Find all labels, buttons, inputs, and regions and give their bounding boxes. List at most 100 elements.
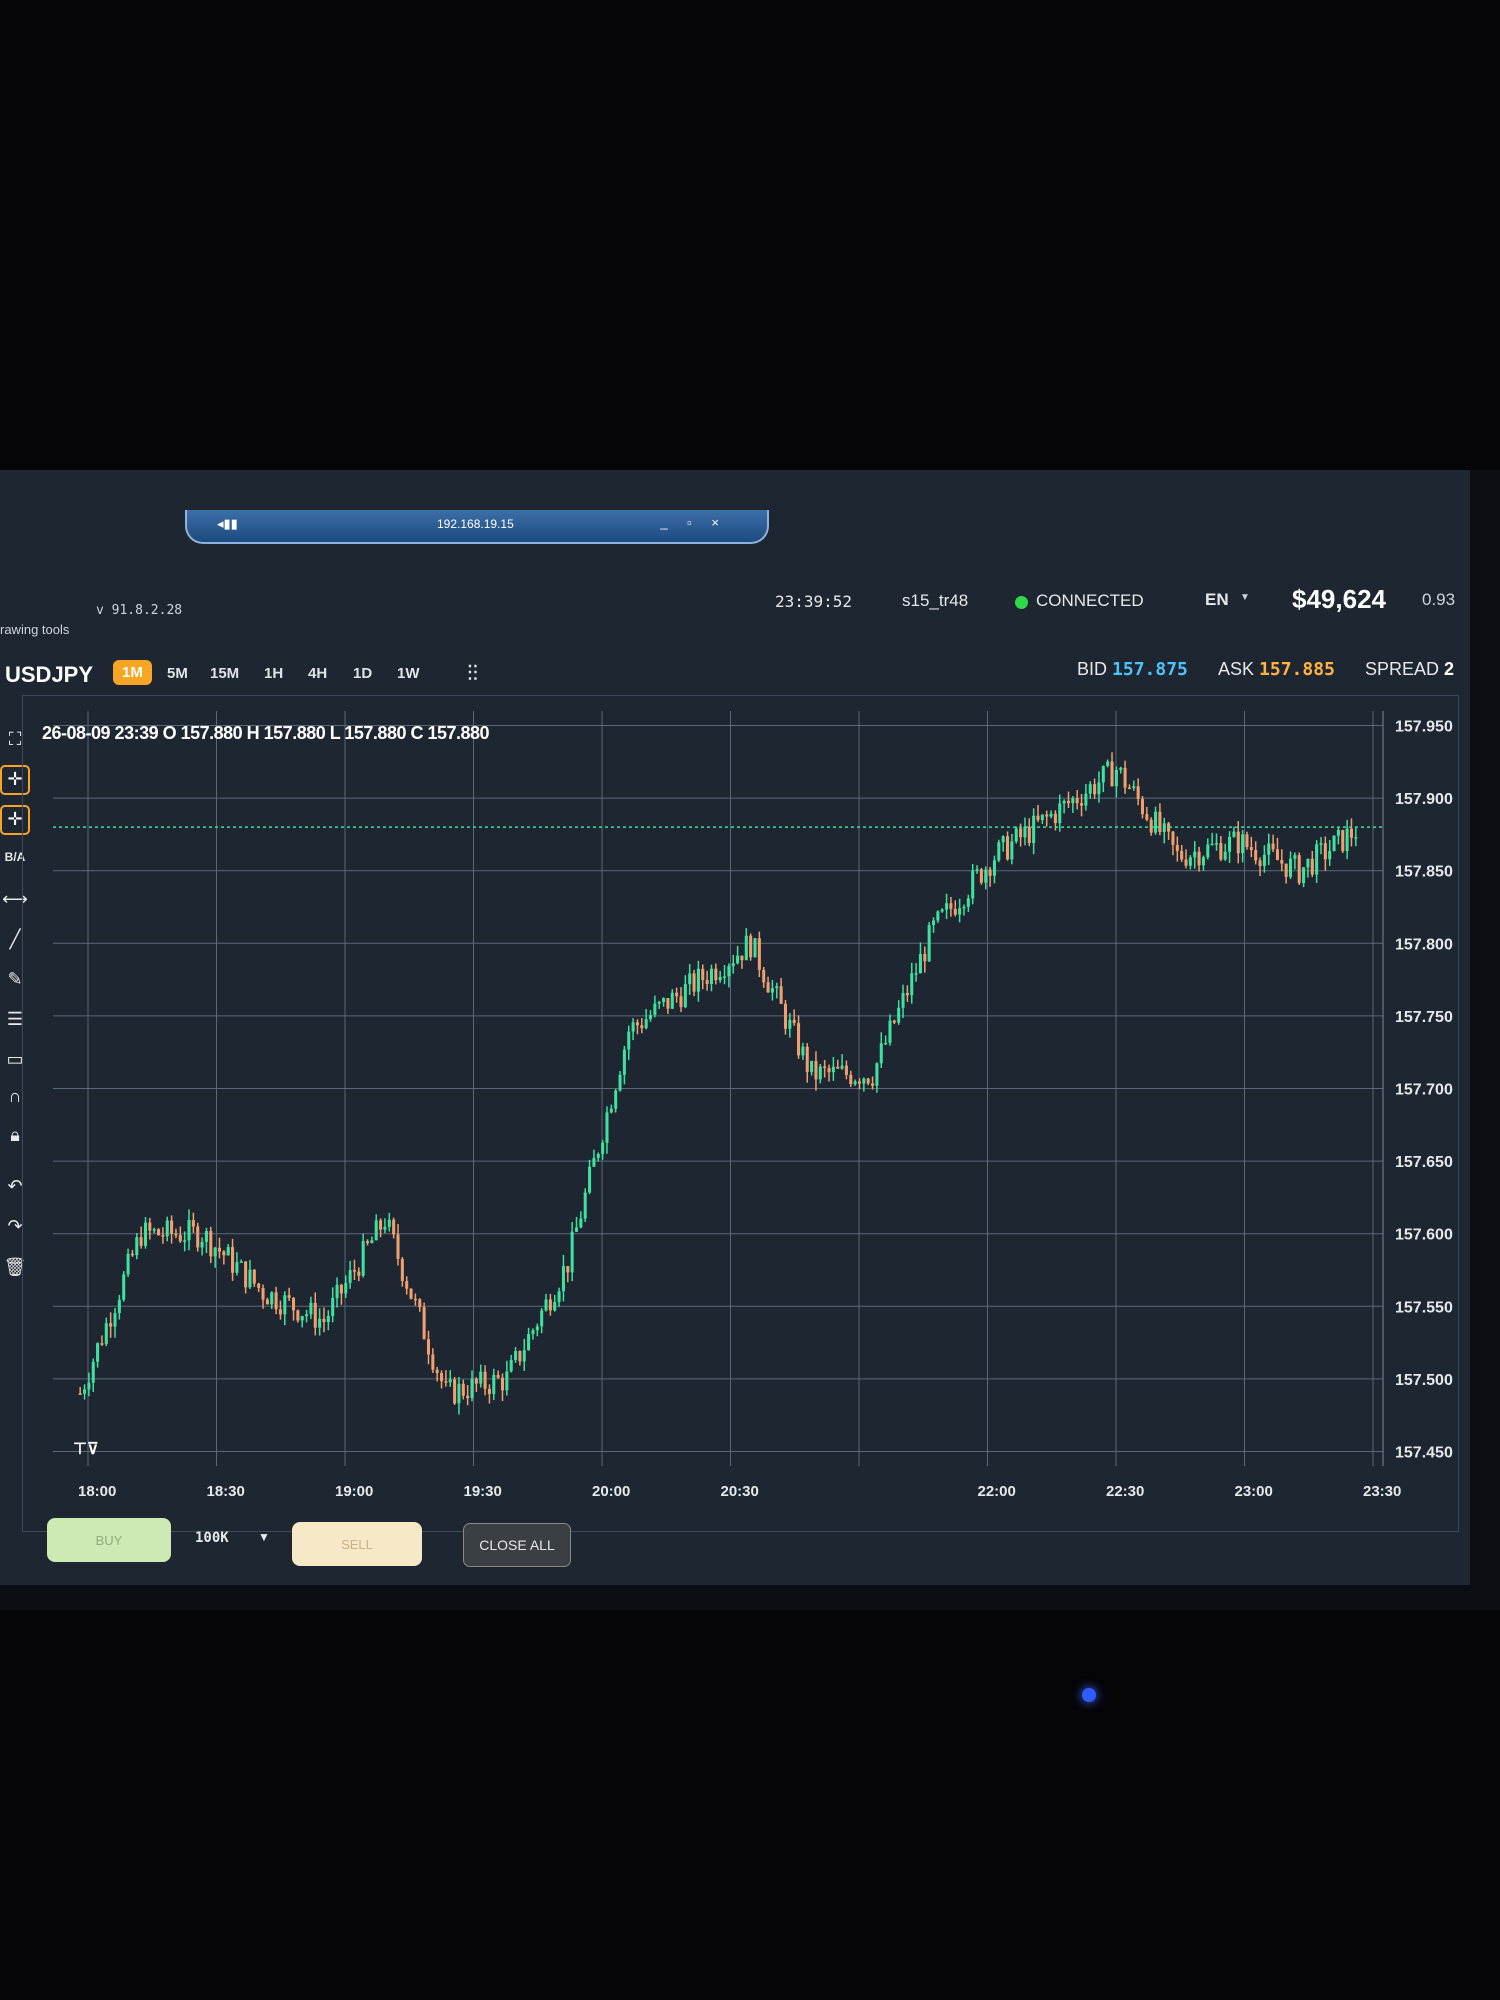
candle-body bbox=[1188, 857, 1192, 866]
candle-body bbox=[318, 1318, 322, 1328]
candle-body bbox=[1332, 835, 1336, 852]
y-tick-label: 157.700 bbox=[1395, 1082, 1453, 1099]
candle-body bbox=[1140, 798, 1145, 815]
candle-body bbox=[157, 1229, 161, 1236]
quantity-select[interactable]: 100K bbox=[195, 1530, 229, 1546]
symbol-label[interactable]: USDJPY bbox=[5, 662, 93, 688]
tab-timeframe-1w[interactable]: 1W bbox=[397, 665, 420, 682]
candle-body bbox=[1101, 765, 1105, 783]
candle-body bbox=[557, 1291, 561, 1303]
tab-timeframe-15m[interactable]: 15M bbox=[210, 665, 239, 682]
ask-quote: ASK 157.885 bbox=[1218, 659, 1335, 680]
x-tick-label: 20:00 bbox=[592, 1483, 630, 1500]
candle-body bbox=[670, 992, 674, 1009]
candle-body bbox=[509, 1360, 513, 1372]
remote-window-controls[interactable]: _ ▫ × bbox=[660, 515, 727, 530]
candle-body bbox=[1223, 851, 1227, 860]
y-tick-label: 157.550 bbox=[1395, 1299, 1453, 1316]
remote-desktop-bar[interactable]: ◂▮▮ 192.168.19.15 _ ▫ × bbox=[185, 510, 769, 544]
chevron-down-icon[interactable]: ▼ bbox=[1240, 592, 1250, 603]
candle-body bbox=[531, 1330, 535, 1335]
candle-body bbox=[104, 1323, 108, 1345]
spread-value: 2 bbox=[1444, 659, 1455, 679]
candle-body bbox=[579, 1218, 583, 1228]
candle-body bbox=[788, 1019, 792, 1029]
candle-body bbox=[844, 1065, 848, 1075]
candle-body bbox=[718, 976, 722, 981]
ask-value: 157.885 bbox=[1259, 659, 1335, 680]
tab-timeframe-4h[interactable]: 4H bbox=[308, 665, 327, 682]
candle-body bbox=[1014, 828, 1018, 842]
candle-body bbox=[196, 1226, 200, 1248]
signal-icon: ◂▮▮ bbox=[217, 516, 238, 531]
candle-body bbox=[1145, 814, 1149, 820]
candle-body bbox=[1040, 814, 1044, 820]
tab-timeframe-1m[interactable]: 1M bbox=[113, 660, 152, 685]
language-select[interactable]: EN bbox=[1205, 590, 1229, 610]
candle-body bbox=[971, 870, 975, 899]
header-bar: v 91.8.2.28 rawing tools 23:39:52 s15_tr… bbox=[0, 570, 1470, 637]
candle-body bbox=[953, 908, 957, 915]
close-all-button[interactable]: CLOSE ALL bbox=[463, 1523, 571, 1567]
candle-body bbox=[966, 898, 970, 907]
candle-body bbox=[435, 1369, 439, 1374]
x-tick-label: 20:30 bbox=[721, 1483, 759, 1500]
candle-body bbox=[252, 1269, 256, 1284]
candle-body bbox=[566, 1266, 570, 1273]
trading-app: ◂▮▮ 192.168.19.15 _ ▫ × v 91.8.2.28 rawi… bbox=[0, 470, 1470, 1585]
candle-body bbox=[78, 1393, 82, 1395]
candle-body bbox=[1254, 850, 1258, 861]
candle-body bbox=[1288, 858, 1293, 877]
candle-body bbox=[1123, 767, 1127, 788]
candle-body bbox=[797, 1023, 801, 1056]
monitor: ◂▮▮ 192.168.19.15 _ ▫ × v 91.8.2.28 rawi… bbox=[0, 470, 1500, 1610]
candle-body bbox=[1097, 782, 1101, 795]
candle-body bbox=[457, 1383, 461, 1404]
x-tick-label: 19:00 bbox=[335, 1483, 373, 1500]
candle-body bbox=[709, 968, 713, 985]
candle-body bbox=[1080, 803, 1084, 806]
candle-body bbox=[1175, 844, 1179, 851]
candle-body bbox=[705, 980, 709, 985]
price-chart[interactable]: 157.950 157.900 157.850 157.800 157.750 157.7… bbox=[22, 695, 1459, 1532]
candle-body bbox=[248, 1269, 252, 1288]
candle-body bbox=[514, 1351, 518, 1361]
candle-body bbox=[261, 1287, 265, 1300]
candle-body bbox=[1119, 767, 1123, 770]
candle-body bbox=[740, 955, 744, 961]
tab-timeframe-1d[interactable]: 1D bbox=[353, 665, 372, 682]
candle-body bbox=[875, 1063, 879, 1086]
candle-body bbox=[500, 1377, 505, 1391]
candle-body bbox=[1114, 769, 1118, 787]
candle-body bbox=[814, 1060, 818, 1080]
buy-button[interactable]: BUY bbox=[47, 1518, 171, 1562]
candle-body bbox=[87, 1382, 91, 1390]
candle-body bbox=[361, 1241, 365, 1276]
tab-timeframe-1h[interactable]: 1H bbox=[264, 665, 283, 682]
candle-body bbox=[884, 1042, 888, 1045]
candle-body bbox=[975, 869, 979, 871]
candle-body bbox=[335, 1284, 339, 1298]
candle-body bbox=[274, 1292, 278, 1310]
candle-body bbox=[657, 1002, 661, 1004]
candle-body bbox=[927, 925, 931, 962]
candle-body bbox=[1280, 860, 1284, 864]
candle-body bbox=[244, 1261, 248, 1288]
sell-button[interactable]: SELL bbox=[292, 1522, 422, 1566]
candle-body bbox=[113, 1313, 117, 1327]
candle-body bbox=[540, 1310, 544, 1327]
candle-body bbox=[357, 1271, 361, 1276]
candle-body bbox=[109, 1323, 113, 1327]
candle-body bbox=[849, 1074, 853, 1085]
candle-body bbox=[1336, 830, 1340, 836]
candlestick-type-icon[interactable]: ⫶⫶ bbox=[467, 661, 478, 687]
candlestick-chart[interactable]: 157.950 157.900 157.850 157.800 157.750 157.7… bbox=[23, 696, 1458, 1531]
candle-body bbox=[736, 955, 740, 964]
candle-body bbox=[387, 1219, 391, 1227]
chevron-down-icon[interactable]: ▼ bbox=[258, 1530, 270, 1544]
candle-body bbox=[770, 988, 774, 993]
candle-body bbox=[727, 966, 731, 977]
candle-body bbox=[696, 968, 700, 992]
candle-body bbox=[431, 1354, 435, 1370]
tab-timeframe-5m[interactable]: 5M bbox=[167, 665, 188, 682]
